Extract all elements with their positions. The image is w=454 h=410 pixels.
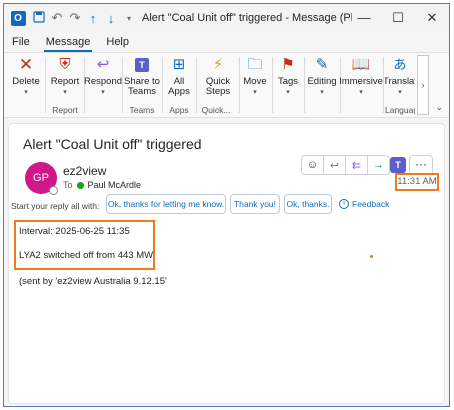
- chevron-down-icon: ▾: [320, 89, 324, 96]
- reply-all-button[interactable]: ⇇: [345, 155, 368, 175]
- emoji-reaction-button[interactable]: ☺: [301, 155, 324, 175]
- chevron-down-icon: ▾: [398, 89, 402, 96]
- title-bar: O ↶ ↷ ↑ ↓ ▾ Alert "Coal Unit off" trigge…: [4, 4, 449, 32]
- pencil-icon: ✎: [315, 56, 329, 73]
- save-icon[interactable]: [32, 10, 46, 26]
- group-label-apps: Apps: [169, 105, 189, 115]
- chevron-down-icon: ▾: [286, 89, 290, 96]
- chevron-down-icon: ▾: [253, 89, 257, 96]
- sender-name[interactable]: ez2view: [63, 164, 106, 178]
- message-subject: Alert "Coal Unit off" triggered: [23, 136, 202, 152]
- immersive-reader-icon: 📖: [351, 56, 371, 73]
- menu-tabs: File Message Help: [4, 34, 137, 52]
- chevron-right-icon: ›: [421, 80, 425, 90]
- editing-button[interactable]: ✎ Editing ▾: [306, 55, 338, 103]
- suggested-reply-1[interactable]: Ok, thanks for letting me know.: [106, 194, 226, 214]
- forward-button[interactable]: →: [367, 155, 390, 175]
- ribbon: ✕ Delete ▾ ⛨ Report ▾ Report ↩ Respond ▾…: [4, 52, 449, 118]
- share-to-teams-button[interactable]: T Share to Teams: [123, 55, 161, 103]
- message-reading-pane: Alert "Coal Unit off" triggered GP ez2vi…: [8, 123, 445, 404]
- window-title: Alert "Coal Unit off" triggered - Messag…: [142, 12, 352, 24]
- feedback-link[interactable]: i Feedback: [339, 199, 389, 209]
- presence-status-icon: [49, 186, 58, 195]
- ribbon-scroll-right-button[interactable]: ›: [417, 55, 429, 115]
- report-shield-icon: ⛨: [59, 56, 71, 73]
- respond-button[interactable]: ↩ Respond ▾: [84, 55, 122, 103]
- ribbon-divider: [272, 57, 273, 113]
- reply-button[interactable]: ↩: [323, 155, 346, 175]
- chevron-down-icon: ▾: [63, 89, 67, 96]
- ribbon-divider: [304, 57, 305, 113]
- apps-grid-icon: ⊞: [172, 56, 186, 73]
- ribbon-divider: [383, 57, 384, 113]
- ribbon-divider: [196, 57, 197, 113]
- info-icon: i: [339, 199, 349, 209]
- presence-available-icon: [76, 181, 84, 189]
- delete-x-icon: ✕: [18, 55, 34, 74]
- teams-share-icon: T: [132, 55, 152, 75]
- all-apps-button[interactable]: ⊞ All Apps: [164, 55, 194, 103]
- lightning-icon: ⚡: [212, 56, 224, 73]
- outlook-icon: O: [10, 10, 26, 26]
- tab-message[interactable]: Message: [38, 34, 99, 52]
- body-interval: Interval: 2025-06-25 11:35: [19, 226, 130, 237]
- recipient-line: To Paul McArdle: [63, 180, 141, 190]
- body-status: LYA2 switched off from 443 MW: [19, 250, 154, 261]
- undo-icon[interactable]: ↶: [50, 10, 64, 26]
- tags-button[interactable]: ⚑ Tags ▾: [274, 55, 302, 103]
- move-button[interactable]: 🗀 Move ▾: [240, 55, 270, 103]
- body-footer: (sent by 'ez2view Australia 9.12.15': [19, 276, 167, 287]
- reply-icon: ↩: [329, 159, 340, 172]
- immersive-button[interactable]: 📖 Immersive ▾: [339, 55, 383, 103]
- respond-icon: ↩: [96, 56, 110, 73]
- close-icon[interactable]: ✕: [415, 4, 449, 32]
- quick-access-toolbar: ↶ ↷ ↑ ↓ ▾: [32, 10, 136, 26]
- ribbon-divider: [45, 57, 46, 113]
- redo-icon[interactable]: ↷: [68, 10, 82, 26]
- recipient-name[interactable]: Paul McArdle: [88, 180, 142, 190]
- chevron-down-icon: ▾: [24, 89, 28, 96]
- group-label-quick-steps: Quick...: [201, 105, 231, 115]
- up-arrow-icon[interactable]: ↑: [86, 11, 100, 26]
- report-button[interactable]: ⛨ Report ▾: [47, 55, 83, 103]
- received-time: 11:31 AM: [395, 173, 439, 191]
- minimize-icon[interactable]: —: [347, 4, 381, 32]
- translate-button[interactable]: あ Translat ▾: [385, 55, 415, 103]
- suggested-reply-2[interactable]: Thank you!: [230, 194, 280, 214]
- translate-icon: あ: [393, 57, 407, 72]
- down-arrow-icon[interactable]: ↓: [104, 11, 118, 26]
- chevron-down-icon: ▾: [359, 89, 363, 96]
- smiley-icon: ☺: [306, 159, 319, 171]
- tab-help[interactable]: Help: [98, 34, 137, 52]
- chevron-down-icon: ⌄: [435, 102, 443, 112]
- group-label-language: Languag: [385, 105, 415, 115]
- delete-button[interactable]: ✕ Delete ▾: [8, 55, 44, 103]
- window-controls: — ☐ ✕: [347, 4, 449, 32]
- move-folder-icon: 🗀: [247, 56, 263, 73]
- chevron-down-icon: ▾: [101, 89, 105, 96]
- outlook-message-window: O ↶ ↷ ↑ ↓ ▾ Alert "Coal Unit off" trigge…: [3, 3, 450, 407]
- teams-icon[interactable]: T: [390, 157, 406, 173]
- to-label: To: [63, 180, 73, 190]
- dropdown-icon[interactable]: ▾: [122, 14, 136, 23]
- suggested-reply-3[interactable]: Ok, thanks.: [284, 194, 332, 214]
- ellipsis-icon: ···: [415, 157, 427, 171]
- tab-file[interactable]: File: [4, 34, 38, 52]
- message-action-group: ☺ ↩ ⇇ →: [301, 155, 390, 175]
- maximize-icon[interactable]: ☐: [381, 4, 415, 32]
- marker-dot: [370, 255, 373, 258]
- ribbon-expand-button[interactable]: ⌄: [435, 102, 443, 113]
- reply-all-icon: ⇇: [351, 159, 362, 172]
- tag-icon: ⚑: [281, 56, 295, 73]
- ribbon-divider: [162, 57, 163, 113]
- forward-icon: →: [373, 159, 384, 171]
- group-label-teams: Teams: [129, 105, 155, 115]
- quick-steps-button[interactable]: ⚡ Quick Steps: [198, 55, 238, 103]
- group-label-report: Report: [52, 105, 78, 115]
- more-actions-button[interactable]: ···: [409, 155, 433, 175]
- suggested-reply-prompt: Start your reply all with:: [11, 201, 100, 211]
